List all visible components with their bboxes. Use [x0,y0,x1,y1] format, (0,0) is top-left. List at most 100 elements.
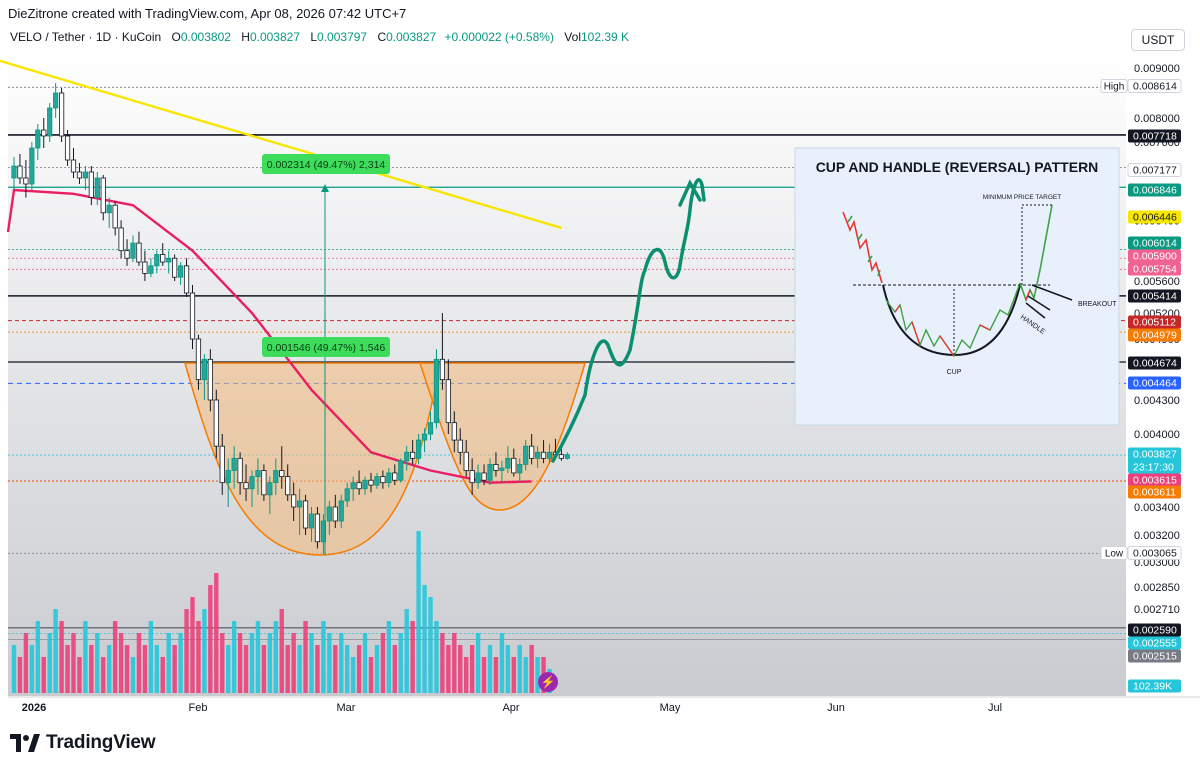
volume-bar [130,657,136,693]
candle-body [207,358,213,401]
candle-body [511,457,517,474]
candle-body [118,227,124,252]
candle-body [35,129,41,149]
volume-bar [481,657,487,693]
volume-bar [493,657,499,693]
volume-bar [511,657,516,693]
volume-bar [47,633,52,693]
volume-bar [190,597,195,693]
volume-bar [464,657,469,693]
time-axis[interactable]: 2026 Feb Mar Apr May Jun Jul [8,696,1200,714]
candle-body [64,135,71,161]
volume-bar [279,609,284,693]
candle-body [11,165,17,179]
candle-body [183,265,190,294]
volume-bar [303,621,308,693]
volume-bar [65,645,70,693]
volume-bar [53,609,58,693]
volume-bar [446,645,451,693]
volume-bar [356,645,362,693]
candle-body [29,147,35,185]
high-value: 0.003827 [249,30,301,44]
price-tag-value: 0.004464 [1133,378,1177,390]
candle-body [546,451,553,459]
volume-bar [77,657,82,693]
volume-bar [469,645,475,693]
volume-bar [339,633,344,693]
candle-body [273,470,279,484]
candle-body [53,92,59,109]
price-tag-value: 0.005900 [1133,251,1177,263]
price-tag-value: 0.005754 [1133,264,1177,276]
close-label: C [377,30,387,44]
volume-bar [11,645,17,693]
candle-body [23,177,29,185]
lightning-icon[interactable]: ⚡ [538,672,558,692]
volume-bar [160,657,165,693]
volume-bar [380,633,386,693]
volume-bar [35,621,40,693]
candle-body [523,445,529,465]
candle-body [124,250,130,259]
candle-body [302,500,309,529]
candle-body [433,358,440,424]
volume-bar [309,633,314,693]
candle-body [344,488,350,502]
volume-bar [23,633,29,693]
time-tick-label: May [660,702,681,714]
volume-bar [452,633,457,693]
volume-bar [315,645,320,693]
price-tag-countdown: 23:17:30 [1133,462,1174,474]
candle-body [392,472,398,481]
candle-body [493,464,499,471]
candle-body [439,358,446,381]
price-tag-value: 0.002590 [1133,625,1177,637]
volume-bar [523,657,528,693]
volume-bar [422,585,427,693]
candle-body [505,457,511,469]
currency-button[interactable]: USDT [1131,29,1185,51]
candle-body [47,107,53,137]
volume-bar [59,621,64,693]
price-tag-value: 0.003827 [1133,449,1177,461]
price-tick-label: 0.009000 [1134,63,1180,75]
symbol-label[interactable]: VELO / Tether · 1D · KuCoin [10,30,161,44]
volume-bar [374,645,380,693]
volume-bar [458,645,463,693]
price-tick-label: 0.008000 [1134,113,1180,125]
volume-bar [440,633,445,693]
volume-bar [350,657,356,693]
inset-label: BREAKOUT [1078,301,1117,308]
volume-bar [166,633,171,693]
volume-label: Vol [564,30,581,44]
open-value: 0.003802 [180,30,231,44]
inset-label: MINIMUM PRICE TARGET [983,194,1062,201]
price-tag-value: 0.006446 [1133,212,1177,224]
price-tick-label: 0.002710 [1134,604,1180,616]
candle-body [237,457,243,484]
volume-bar [529,645,534,693]
price-tick-label: 0.004300 [1134,395,1180,407]
time-tick-label: Feb [189,702,208,714]
volume-bar [255,621,261,693]
candle-body [481,472,487,481]
volume-bar [243,645,249,693]
pattern-inset: CUP AND HANDLE (REVERSAL) PATTERN MINIMUM… [794,147,1120,426]
volume-bar [208,585,213,693]
tradingview-logo[interactable]: TradingView [10,732,156,754]
price-tick-label: 0.003200 [1134,530,1180,542]
candle-body [243,482,249,490]
candle-body [219,445,225,484]
volume-bar [17,657,23,693]
candle-body [160,254,166,263]
price-tag-value: 0.005112 [1133,317,1176,329]
high-label: H [241,30,250,44]
price-chart[interactable]: 0.002314 (49.47%) 2,314 0.001546 (49.47%)… [0,0,1200,769]
price-tag-value: 0.004979 [1133,330,1177,342]
volume-bar [178,633,183,693]
volume-bar [345,645,350,693]
volume-bar [410,621,415,693]
candle-body [398,460,404,481]
price-tag-value: 0.006846 [1133,185,1177,197]
volume-bar [237,633,243,693]
